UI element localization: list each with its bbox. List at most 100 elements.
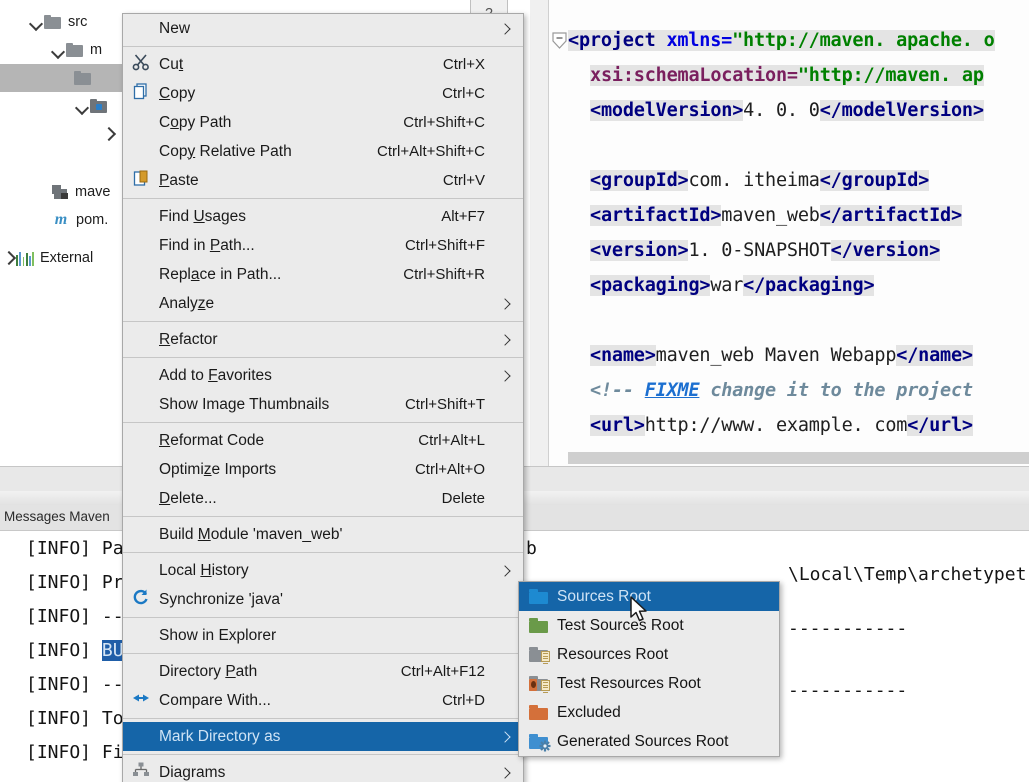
console-line: [INFO] Pa b bbox=[26, 538, 537, 559]
code-token: maven_web Maven Webapp bbox=[655, 345, 897, 366]
code-token: <version> bbox=[590, 240, 689, 261]
menu-item-delete[interactable]: Delete... Delete bbox=[123, 484, 523, 513]
code-line: <name>maven_web Maven Webapp</name> bbox=[590, 345, 973, 366]
menu-separator bbox=[123, 516, 523, 517]
menu-item-reformat-code[interactable]: Reformat Code Ctrl+Alt+L bbox=[123, 426, 523, 455]
tree-row-label: pom. bbox=[76, 212, 109, 228]
menu-item-no-icon bbox=[123, 202, 159, 231]
menu-item-no-icon bbox=[123, 14, 159, 43]
menu-item-label: Delete... bbox=[159, 489, 217, 507]
menu-item-local-history[interactable]: Local History bbox=[123, 556, 523, 585]
menu-item-optimize-imports[interactable]: Optimize Imports Ctrl+Alt+O bbox=[123, 455, 523, 484]
menu-item-label: Analyze bbox=[159, 294, 215, 312]
code-token: <modelVersion> bbox=[590, 100, 744, 121]
menu-item-shortcut: Ctrl+Shift+F bbox=[404, 237, 485, 254]
menu-item-find-usages[interactable]: Find Usages Alt+F7 bbox=[123, 202, 523, 231]
console-line: [INFO] --- bbox=[26, 674, 135, 695]
copy-icon bbox=[123, 79, 159, 108]
submenu-item-resources-root[interactable]: Resources Root bbox=[519, 640, 779, 669]
chevron-right-icon bbox=[499, 22, 513, 36]
menu-item-shortcut: Delete bbox=[441, 490, 485, 507]
tab-messages-maven[interactable]: Messages Maven bbox=[4, 509, 110, 524]
submenu-item-sources-root[interactable]: Sources Root bbox=[519, 582, 779, 611]
console-line-fragment: ----------- bbox=[788, 618, 908, 639]
menu-item-add-to-favorites[interactable]: Add to Favorites bbox=[123, 361, 523, 390]
tree-row-label: src bbox=[68, 14, 88, 30]
sync-icon bbox=[132, 588, 150, 611]
mnemonic-underline: D bbox=[159, 489, 171, 507]
menu-item-refactor[interactable]: Refactor bbox=[123, 325, 523, 354]
code-token: FIXME bbox=[644, 380, 700, 401]
menu-item-no-icon bbox=[123, 260, 159, 289]
menu-item-diagrams[interactable]: Diagrams bbox=[123, 758, 523, 782]
code-line: <!-- FIXME change it to the project bbox=[590, 380, 973, 401]
menu-separator bbox=[123, 718, 523, 719]
console-line: [INFO] --- bbox=[26, 606, 135, 627]
code-token: http://www. example. com bbox=[644, 415, 908, 436]
mnemonic-underline: H bbox=[200, 561, 212, 579]
folder-icon bbox=[66, 42, 84, 58]
code-token: </url> bbox=[907, 415, 973, 436]
chevron-down-icon[interactable] bbox=[50, 42, 66, 58]
menu-item-synchronize-java[interactable]: Synchronize 'java' bbox=[123, 585, 523, 614]
menu-item-copy-relative-path[interactable]: Copy Relative Path Ctrl+Alt+Shift+C bbox=[123, 137, 523, 166]
code-token: </artifactId> bbox=[819, 205, 962, 226]
menu-item-shortcut: Ctrl+Alt+F12 bbox=[400, 663, 485, 680]
menu-item-build-module-maven-web[interactable]: Build Module 'maven_web' bbox=[123, 520, 523, 549]
mnemonic-underline: U bbox=[193, 207, 205, 225]
menu-separator bbox=[123, 198, 523, 199]
context-menu[interactable]: New Cut Ctrl+X Copy Ctrl+C Copy Path Ctrl+Shif… bbox=[122, 13, 524, 782]
menu-item-no-icon bbox=[123, 137, 159, 166]
menu-item-show-in-explorer[interactable]: Show in Explorer bbox=[123, 621, 523, 650]
menu-item-no-icon bbox=[123, 390, 159, 419]
submenu-item-generated-sources-root[interactable]: Generated Sources Root bbox=[519, 727, 779, 756]
sync-icon bbox=[123, 585, 159, 614]
menu-separator bbox=[123, 617, 523, 618]
menu-item-new[interactable]: New bbox=[123, 14, 523, 43]
submenu-item-excluded[interactable]: Excluded bbox=[519, 698, 779, 727]
menu-item-label: Show Image Thumbnails bbox=[159, 395, 330, 413]
code-token: <!-- bbox=[590, 380, 645, 401]
menu-item-no-icon bbox=[123, 108, 159, 137]
submenu-item-test-resources-root[interactable]: Test Resources Root bbox=[519, 669, 779, 698]
code-token: </name> bbox=[896, 345, 973, 366]
mnemonic-underline: y bbox=[187, 142, 196, 160]
chevron-down-icon[interactable] bbox=[28, 14, 44, 30]
chevron-right-icon[interactable] bbox=[100, 126, 116, 142]
menu-separator bbox=[123, 357, 523, 358]
tree-row-label: External bbox=[40, 250, 94, 266]
menu-item-copy[interactable]: Copy Ctrl+C bbox=[123, 79, 523, 108]
menu-item-find-in-path[interactable]: Find in Path... Ctrl+Shift+F bbox=[123, 231, 523, 260]
code-token: <artifactId> bbox=[590, 205, 722, 226]
paste-icon bbox=[123, 166, 159, 195]
menu-item-shortcut: Ctrl+Shift+C bbox=[403, 114, 485, 131]
menu-item-compare-with[interactable]: Compare With... Ctrl+D bbox=[123, 686, 523, 715]
menu-separator bbox=[123, 653, 523, 654]
menu-separator bbox=[123, 46, 523, 47]
mnemonic-underline: F bbox=[208, 366, 218, 384]
chevron-down-icon[interactable] bbox=[74, 98, 90, 114]
code-token: </modelVersion> bbox=[819, 100, 984, 121]
code-line: <version>1. 0-SNAPSHOT</version> bbox=[590, 240, 940, 261]
chevron-right-icon bbox=[499, 730, 513, 744]
menu-item-replace-in-path[interactable]: Replace in Path... Ctrl+Shift+R bbox=[123, 260, 523, 289]
submenu-item-test-sources-root[interactable]: Test Sources Root bbox=[519, 611, 779, 640]
menu-item-analyze[interactable]: Analyze bbox=[123, 289, 523, 318]
menu-item-no-icon bbox=[123, 520, 159, 549]
menu-item-copy-path[interactable]: Copy Path Ctrl+Shift+C bbox=[123, 108, 523, 137]
editor-horizontal-scrollbar[interactable] bbox=[568, 452, 1029, 464]
code-line: <groupId>com. itheima</groupId> bbox=[590, 170, 929, 191]
xml-editor[interactable]: <project xmlns="http://maven. apache. ox… bbox=[530, 0, 1029, 466]
code-fold-icon[interactable] bbox=[552, 32, 567, 49]
menu-item-directory-path[interactable]: Directory Path Ctrl+Alt+F12 bbox=[123, 657, 523, 686]
code-line: <modelVersion>4. 0. 0</modelVersion> bbox=[590, 100, 984, 121]
menu-item-show-image-thumbnails[interactable]: Show Image Thumbnails Ctrl+Shift+T bbox=[123, 390, 523, 419]
menu-item-paste[interactable]: Paste Ctrl+V bbox=[123, 166, 523, 195]
mark-directory-as-submenu[interactable]: Sources Root Test Sources Root Resources R… bbox=[518, 581, 780, 757]
menu-item-cut[interactable]: Cut Ctrl+X bbox=[123, 50, 523, 79]
chevron-right-icon[interactable] bbox=[0, 250, 16, 266]
chevron-right-icon bbox=[499, 333, 513, 347]
console-line-fragment: ----------- bbox=[788, 680, 908, 701]
menu-item-mark-directory-as[interactable]: Mark Directory as bbox=[123, 722, 523, 751]
mnemonic-underline: a bbox=[190, 265, 200, 283]
